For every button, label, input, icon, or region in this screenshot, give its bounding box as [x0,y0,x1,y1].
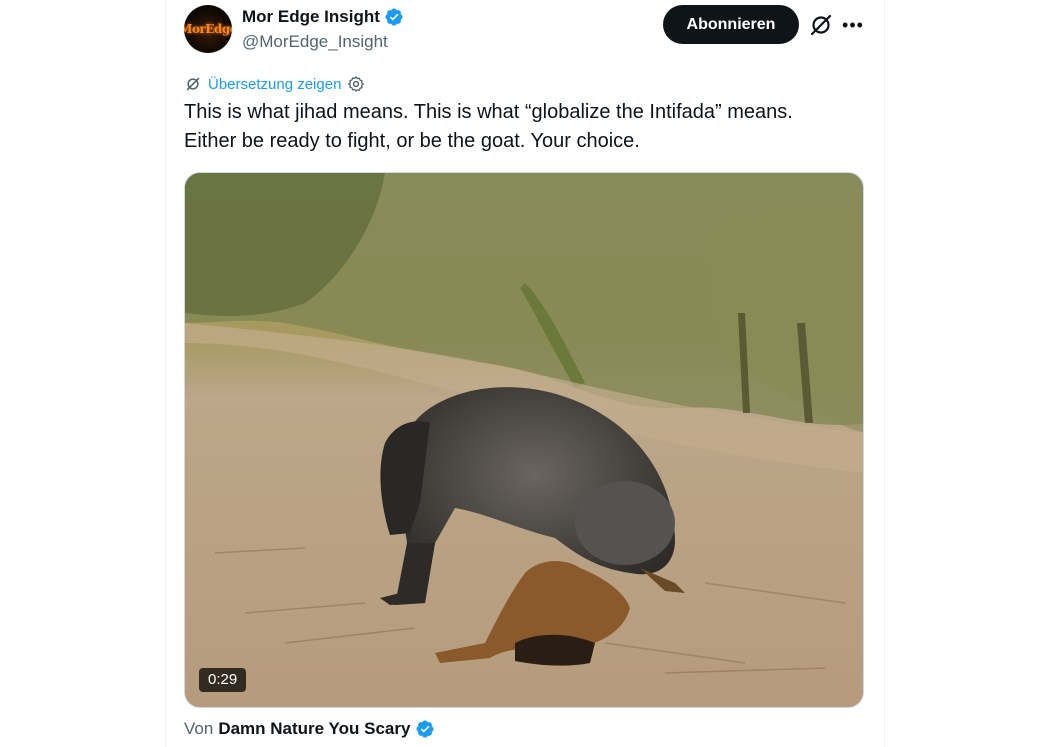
more-options-icon[interactable]: ••• [840,12,866,38]
video-source-attribution[interactable]: Von Damn Nature You Scary [184,719,435,739]
video-player[interactable] [184,172,864,708]
verified-badge-icon [385,8,403,26]
tweet-text: This is what jihad means. This is what “… [184,98,864,156]
grok-small-icon [186,77,200,91]
avatar-logo-text: MorEdge [184,22,232,36]
show-translation-link[interactable]: Übersetzung zeigen [184,75,365,93]
grok-icon[interactable] [808,12,834,38]
gear-icon[interactable] [347,75,365,93]
source-prefix: Von [184,719,214,738]
tweet-text-line: This is what jihad means. This is what “… [184,101,793,123]
source-name[interactable]: Damn Nature You Scary [218,719,410,739]
author-name[interactable]: Mor Edge Insight [242,7,380,27]
avatar[interactable]: MorEdge [184,5,232,53]
tweet-text-line: Either be ready to fight, or be the goat… [184,130,640,152]
author-name-row[interactable]: Mor Edge Insight [242,7,404,27]
verified-badge-icon [416,720,434,738]
follow-button[interactable]: Abonnieren [663,5,799,44]
translation-label[interactable]: Übersetzung zeigen [208,76,341,93]
video-duration-badge: 0:29 [199,668,247,692]
video-thumbnail [185,173,863,707]
author-handle[interactable]: @MorEdge_Insight [242,32,388,52]
